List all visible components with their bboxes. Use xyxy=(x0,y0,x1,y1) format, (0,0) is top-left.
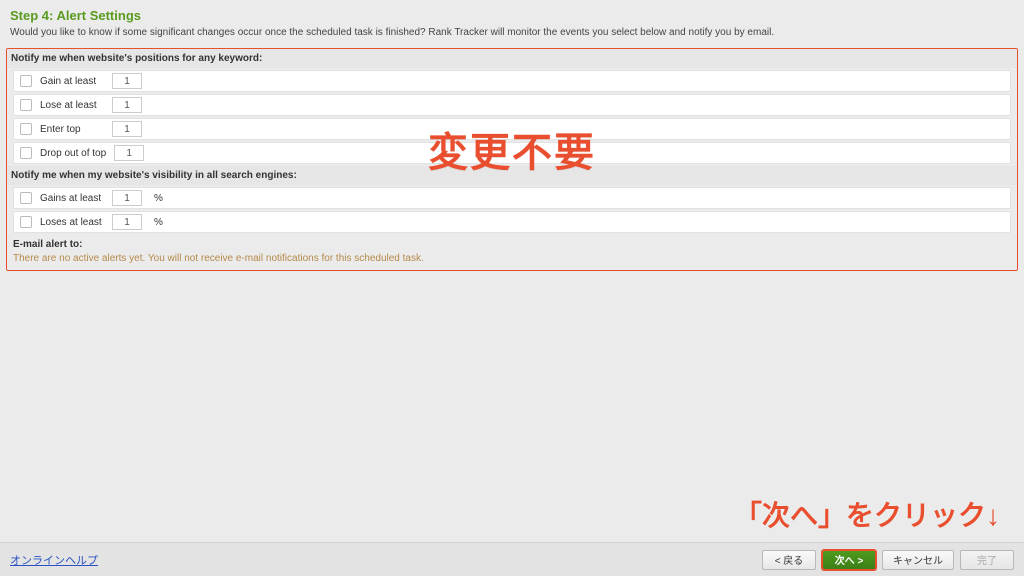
label-enter: Enter top xyxy=(40,124,104,135)
unit-vgain: % xyxy=(154,193,163,204)
input-enter[interactable] xyxy=(113,122,141,136)
label-vgain: Gains at least xyxy=(40,193,104,204)
email-alert-block: E-mail alert to: There are no active ale… xyxy=(7,235,1017,270)
step-title: Step 4: Alert Settings xyxy=(10,8,1014,23)
input-vlose[interactable] xyxy=(113,215,141,229)
label-vlose: Loses at least xyxy=(40,217,104,228)
page-root: Step 4: Alert Settings Would you like to… xyxy=(0,0,1024,576)
back-button[interactable]: < 戻る xyxy=(762,550,816,570)
checkbox-gain[interactable] xyxy=(20,75,32,87)
row-lose-at-least: Lose at least xyxy=(13,94,1011,116)
input-vgain[interactable] xyxy=(113,191,141,205)
checkbox-vgain[interactable] xyxy=(20,192,32,204)
row-visibility-gains: Gains at least % xyxy=(13,187,1011,209)
header: Step 4: Alert Settings Would you like to… xyxy=(0,0,1024,42)
cancel-button[interactable]: キャンセル xyxy=(882,550,954,570)
input-wrap-enter xyxy=(112,121,142,137)
checkbox-vlose[interactable] xyxy=(20,216,32,228)
unit-vlose: % xyxy=(154,217,163,228)
step-subtitle: Would you like to know if some significa… xyxy=(10,27,1014,38)
input-drop[interactable] xyxy=(115,146,143,160)
input-wrap-vlose xyxy=(112,214,142,230)
annotation-center: 変更不要 xyxy=(428,120,596,178)
annotation-bottom: 「次へ」をクリック↓ xyxy=(734,494,1000,534)
input-wrap-gain xyxy=(112,73,142,89)
row-gain-at-least: Gain at least xyxy=(13,70,1011,92)
finish-button: 完了 xyxy=(960,550,1014,570)
footer-bar: オンラインヘルプ < 戻る 次へ > キャンセル 完了 xyxy=(0,542,1024,576)
input-wrap-lose xyxy=(112,97,142,113)
label-drop: Drop out of top xyxy=(40,148,106,159)
online-help-link[interactable]: オンラインヘルプ xyxy=(10,552,98,568)
input-wrap-drop xyxy=(114,145,144,161)
label-gain: Gain at least xyxy=(40,76,104,87)
input-lose[interactable] xyxy=(113,98,141,112)
checkbox-enter[interactable] xyxy=(20,123,32,135)
input-wrap-vgain xyxy=(112,190,142,206)
checkbox-lose[interactable] xyxy=(20,99,32,111)
visibility-rows: Gains at least % Loses at least % xyxy=(7,187,1017,233)
checkbox-drop[interactable] xyxy=(20,147,32,159)
row-visibility-loses: Loses at least % xyxy=(13,211,1011,233)
next-button[interactable]: 次へ > xyxy=(822,550,876,570)
input-gain[interactable] xyxy=(113,74,141,88)
section-positions-label: Notify me when website's positions for a… xyxy=(7,49,1017,68)
email-alert-text: There are no active alerts yet. You will… xyxy=(13,253,1011,264)
label-lose: Lose at least xyxy=(40,100,104,111)
email-alert-title: E-mail alert to: xyxy=(13,239,1011,250)
